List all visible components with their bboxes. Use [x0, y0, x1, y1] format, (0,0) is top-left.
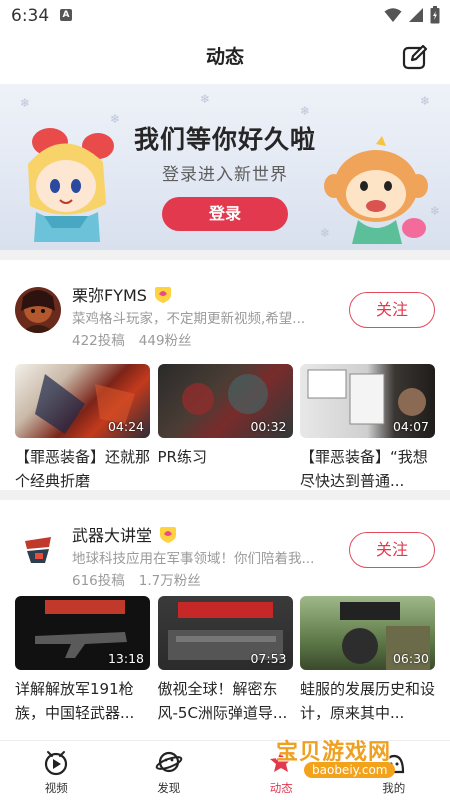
video-item[interactable]: 13:18 详解解放军191枪族，中国轻武器...: [15, 596, 150, 725]
video-list: 04:24 【罪恶装备】还就那个经典折磨 00:32 PR练习 04:07 【罪…: [15, 364, 435, 493]
creator-name[interactable]: 武器大讲堂: [72, 522, 152, 546]
watermark-url: baobeiy.com: [304, 762, 396, 778]
video-duration: 00:32: [250, 419, 287, 434]
video-title[interactable]: 傲视全球！解密东风-5C洲际弹道导...: [158, 677, 293, 725]
video-duration: 04:07: [392, 419, 429, 434]
video-item[interactable]: 06:30 蛙服的发展历史和设计，原来其中...: [300, 596, 435, 725]
status-time: 6:34: [11, 6, 50, 26]
edit-post-icon[interactable]: [402, 44, 428, 70]
creator-stats: 422投稿 449粉丝: [72, 329, 192, 349]
status-icons: [384, 6, 440, 24]
follow-button[interactable]: 关注: [349, 292, 435, 328]
video-item[interactable]: 04:24 【罪恶装备】还就那个经典折磨: [15, 364, 150, 493]
nav-label: 发现: [157, 781, 181, 795]
site-watermark: 宝贝游戏网 baobeiy.com: [276, 734, 448, 790]
wifi-icon: [384, 8, 402, 22]
notification-a-icon: A: [60, 9, 72, 21]
follow-button[interactable]: 关注: [349, 532, 435, 568]
video-thumbnail[interactable]: 13:18: [15, 596, 150, 670]
video-thumbnail[interactable]: 07:53: [157, 596, 293, 670]
snowflake-icon: ❄: [300, 104, 311, 118]
creator-name[interactable]: 栗弥FYMS: [72, 282, 147, 306]
snowflake-icon: ❄: [200, 92, 211, 106]
verified-badge-icon: [160, 527, 177, 543]
video-thumbnail[interactable]: 04:24: [15, 364, 150, 438]
top-header: 动态: [0, 32, 450, 82]
video-duration: 07:53: [250, 651, 287, 666]
nav-label: 视频: [44, 781, 68, 795]
video-icon: [45, 751, 68, 776]
video-title[interactable]: 【罪恶装备】还就那个经典折磨: [15, 445, 150, 493]
page-title: 动态: [205, 46, 244, 68]
planet-icon: [155, 751, 183, 773]
video-item[interactable]: 04:07 【罪恶装备】“我想尽快达到普通...: [300, 364, 435, 493]
video-item[interactable]: 07:53 傲视全球！解密东风-5C洲际弹道导...: [157, 596, 293, 725]
video-title[interactable]: 蛙服的发展历史和设计，原来其中...: [300, 677, 435, 725]
snowflake-icon: ❄: [420, 94, 431, 108]
battery-icon: [430, 6, 440, 24]
creator-card: 武器大讲堂 地球科技应用在军事领域！你们陪着我... 616投稿 1.7万粉丝 …: [0, 500, 450, 740]
nav-item-video[interactable]: 视频: [0, 741, 113, 800]
fans-count: 449粉丝: [138, 333, 192, 349]
video-thumbnail[interactable]: 06:30: [300, 596, 435, 670]
video-title[interactable]: PR练习: [158, 445, 293, 493]
posts-count: 422投稿: [72, 333, 125, 349]
snowflake-icon: ❄: [20, 96, 31, 110]
nav-item-discover[interactable]: 发现: [113, 741, 226, 800]
creator-stats: 616投稿 1.7万粉丝: [72, 569, 201, 589]
banner-subtitle: 登录进入新世界: [162, 165, 288, 185]
video-title[interactable]: 【罪恶装备】“我想尽快达到普通...: [300, 445, 435, 493]
section-divider: [0, 490, 450, 500]
video-thumbnail[interactable]: 00:32: [157, 364, 293, 438]
verified-badge-icon: [154, 287, 171, 303]
video-thumbnail[interactable]: 04:07: [300, 364, 435, 438]
video-title[interactable]: 详解解放军191枪族，中国轻武器...: [15, 677, 150, 725]
video-list: 13:18 详解解放军191枪族，中国轻武器... 07:53 傲视全球！解密东…: [15, 596, 435, 725]
banner-title: 我们等你好久啦: [133, 125, 316, 154]
creator-avatar[interactable]: [15, 527, 61, 573]
video-duration: 06:30: [392, 651, 429, 666]
posts-count: 616投稿: [72, 573, 125, 589]
creator-name-row: 武器大讲堂: [72, 522, 178, 546]
login-banner: ❄ ❄ ❄ ❄ ❄ ❄ ❄ ❄ 我们等你好久啦 登录进入新世界 登录: [0, 84, 450, 250]
login-button[interactable]: 登录: [162, 197, 288, 231]
creator-description: 菜鸡格斗玩家，不定期更新视频,希望...: [72, 311, 306, 327]
fans-count: 1.7万粉丝: [138, 573, 201, 589]
cellular-signal-icon: [409, 8, 423, 22]
status-bar: 6:34 A: [0, 0, 450, 32]
creator-avatar[interactable]: [15, 287, 61, 333]
video-duration: 04:24: [107, 419, 144, 434]
creator-card: 栗弥FYMS 菜鸡格斗玩家，不定期更新视频,希望... 422投稿 449粉丝 …: [0, 260, 450, 490]
section-divider: [0, 250, 450, 260]
creator-description: 地球科技应用在军事领域！你们陪着我...: [72, 551, 315, 567]
creator-name-row: 栗弥FYMS: [72, 282, 173, 306]
video-item[interactable]: 00:32 PR练习: [157, 364, 293, 493]
video-duration: 13:18: [107, 651, 144, 666]
